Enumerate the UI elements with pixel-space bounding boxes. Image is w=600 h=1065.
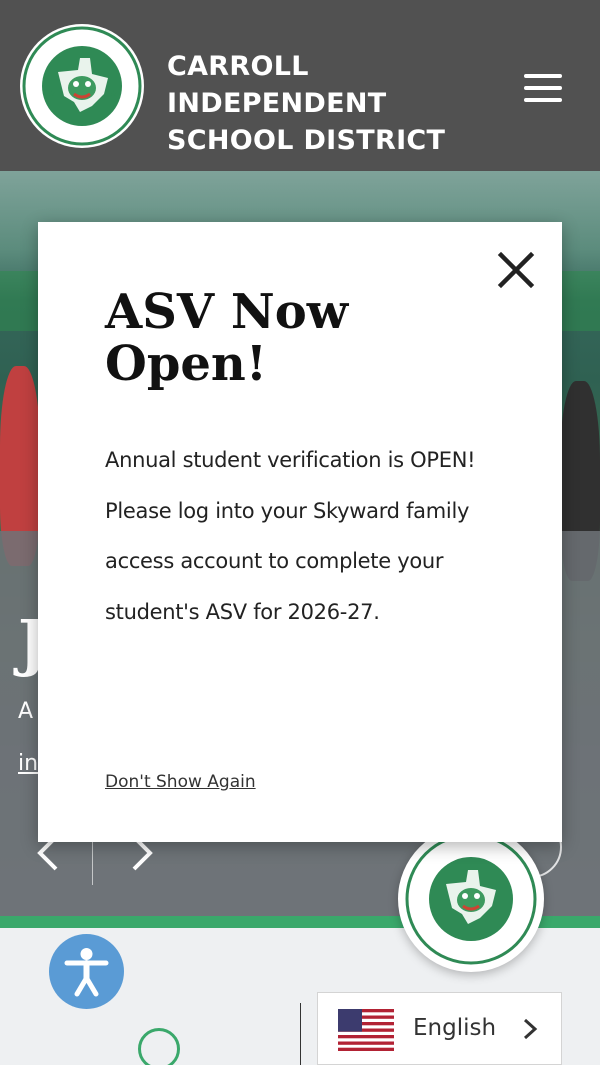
district-logo[interactable]: ★ ★ xyxy=(18,22,146,150)
accessibility-icon[interactable] xyxy=(49,934,124,1009)
svg-text:★: ★ xyxy=(48,89,55,98)
vertical-divider xyxy=(300,1003,301,1065)
site-title-line2: SCHOOL DISTRICT xyxy=(167,125,446,156)
close-icon[interactable] xyxy=(493,247,539,293)
carousel-nav-divider xyxy=(92,835,93,885)
modal-title: ASV Now Open! xyxy=(105,284,349,392)
language-label: English xyxy=(413,1015,497,1041)
site-title[interactable]: CARROLL INDEPENDENT SCHOOL DISTRICT xyxy=(167,48,517,159)
hero-subtext: A xyxy=(18,699,34,724)
floating-district-logo[interactable] xyxy=(398,826,544,972)
announcement-modal: ASV Now Open! Annual student verificatio… xyxy=(38,222,562,842)
language-selector[interactable]: English xyxy=(317,992,562,1065)
site-title-line1: CARROLL INDEPENDENT xyxy=(167,51,387,119)
circle-icon xyxy=(138,1028,180,1065)
site-header: ★ ★ CARROLL INDEPENDENT SCHOOL DISTRICT xyxy=(0,0,600,171)
modal-body-text: Annual student verification is OPEN! Ple… xyxy=(105,448,476,624)
svg-text:★: ★ xyxy=(110,89,117,98)
hero-link[interactable]: in xyxy=(18,751,38,776)
chevron-right-icon xyxy=(520,1017,540,1041)
hamburger-menu-icon[interactable] xyxy=(520,70,566,106)
dont-show-again-link[interactable]: Don't Show Again xyxy=(105,772,256,792)
us-flag-icon xyxy=(338,1009,394,1051)
